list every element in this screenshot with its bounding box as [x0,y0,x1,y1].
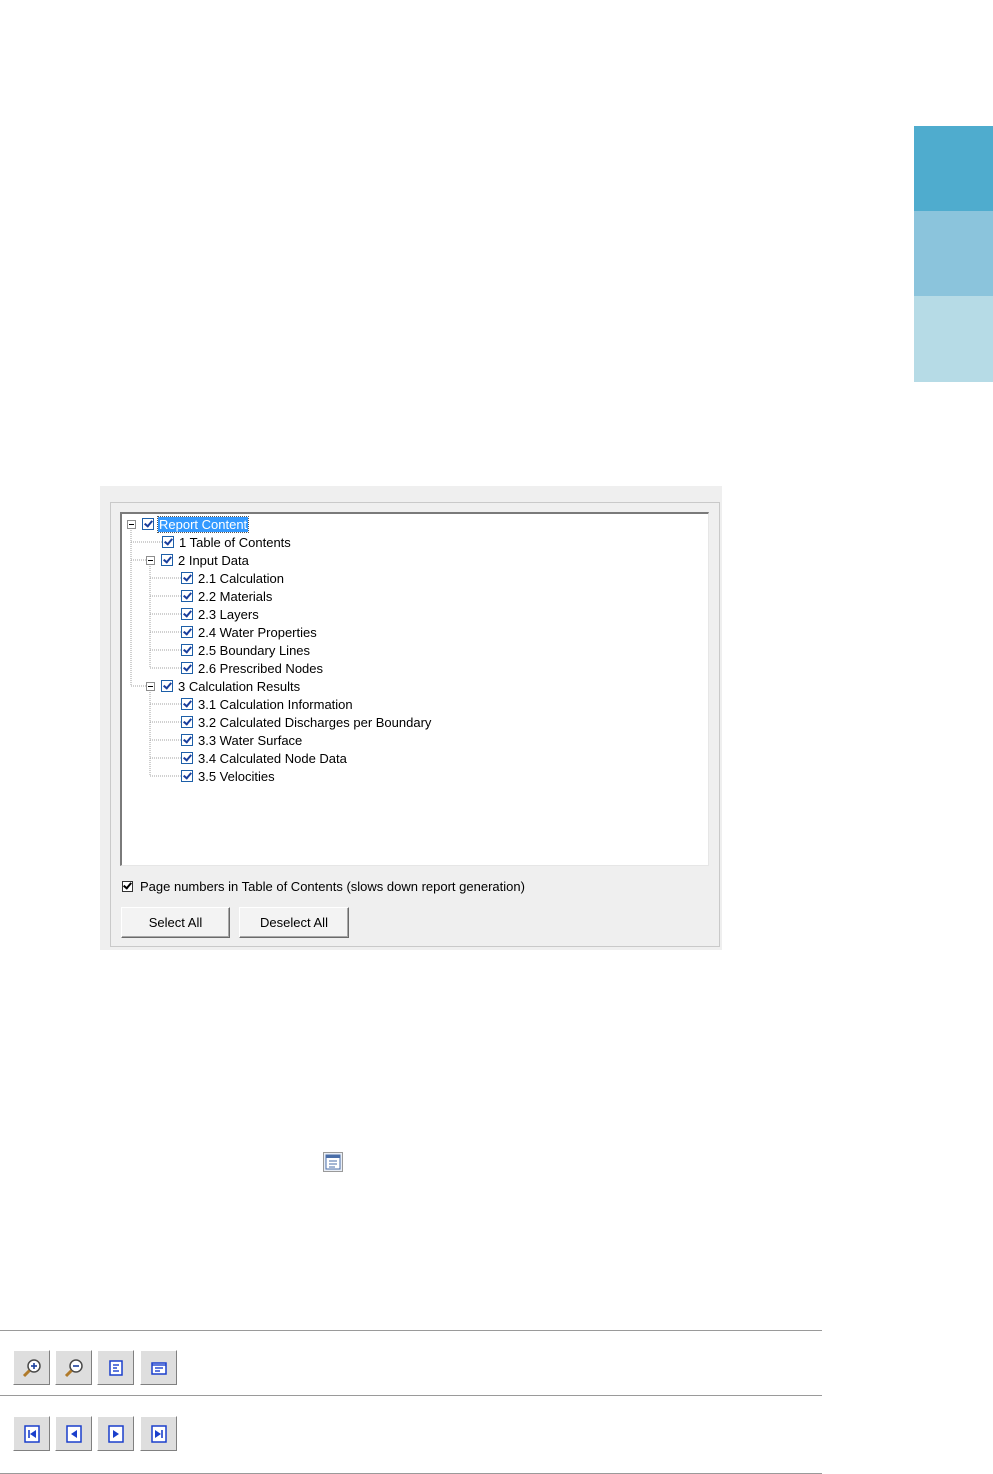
zoom-in-icon [22,1358,41,1377]
tree-node-table-of-contents[interactable]: 1 Table of Contents [162,533,292,551]
zoom-out-icon [64,1358,83,1377]
page-numbers-checkbox[interactable] [122,881,133,892]
checkbox-checked-icon[interactable] [181,770,193,782]
checkbox-checked-icon[interactable] [181,734,193,746]
tree-node-label: 2.5 Boundary Lines [198,642,311,658]
page-numbers-option[interactable]: Page numbers in Table of Contents (slows… [122,879,525,894]
tree-node-prescribed-nodes[interactable]: 2.6 Prescribed Nodes [181,659,324,677]
side-tab-2 [914,211,993,296]
checkbox-checked-icon[interactable] [181,698,193,710]
zoom-out-button[interactable] [55,1350,92,1385]
first-page-button[interactable] [13,1416,50,1451]
tree-node-calculation[interactable]: 2.1 Calculation [181,569,285,587]
tree-node-label: 2.3 Layers [198,606,259,622]
tree-node-velocities[interactable]: 3.5 Velocities [181,767,276,785]
tree-node-label: 2 Input Data [178,552,249,568]
side-tab-3 [914,296,993,382]
select-all-button[interactable]: Select All [121,907,230,938]
checkbox-checked-icon[interactable] [162,536,174,548]
checkbox-checked-icon[interactable] [181,626,193,638]
fit-page-button[interactable] [97,1350,134,1385]
checkbox-checked-icon[interactable] [181,716,193,728]
report-content-tree[interactable]: Report Content 1 Table of Contents 2 Inp… [120,512,709,866]
last-page-icon [150,1424,167,1443]
tree-node-calculated-node-data[interactable]: 3.4 Calculated Node Data [181,749,348,767]
tree-node-calculation-results[interactable]: 3 Calculation Results [146,677,301,695]
tree-node-label: 2.4 Water Properties [198,624,317,640]
next-page-icon [107,1424,124,1443]
previous-page-button[interactable] [55,1416,92,1451]
first-page-icon [23,1424,40,1443]
tree-node-calculation-information[interactable]: 3.1 Calculation Information [181,695,354,713]
zoom-in-button[interactable] [13,1350,50,1385]
page-numbers-label: Page numbers in Table of Contents (slows… [140,879,525,894]
tree-node-label: 3 Calculation Results [178,678,301,694]
checkbox-checked-icon[interactable] [181,590,193,602]
collapse-icon[interactable] [127,519,136,529]
tree-node-report-content[interactable]: Report Content [127,515,250,533]
toolbar-divider [0,1330,822,1331]
tree-node-boundary-lines[interactable]: 2.5 Boundary Lines [181,641,311,659]
checkbox-checked-icon[interactable] [161,680,173,692]
tree-node-label: 3.5 Velocities [198,768,275,784]
last-page-button[interactable] [140,1416,177,1451]
tree-node-label: 2.6 Prescribed Nodes [198,660,324,676]
tree-node-water-surface[interactable]: 3.3 Water Surface [181,731,303,749]
next-page-button[interactable] [97,1416,134,1451]
checkbox-checked-icon[interactable] [181,752,193,764]
tree-node-input-data[interactable]: 2 Input Data [146,551,250,569]
collapse-icon[interactable] [146,681,155,691]
checkbox-checked-icon[interactable] [161,554,173,566]
tree-node-label: 3.1 Calculation Information [198,696,353,712]
tree-node-water-properties[interactable]: 2.4 Water Properties [181,623,318,641]
tree-node-label: Report Content [156,515,250,533]
tree-node-label: 3.4 Calculated Node Data [198,750,347,766]
checkbox-checked-icon[interactable] [181,644,193,656]
previous-page-icon [65,1424,82,1443]
tree-node-materials[interactable]: 2.2 Materials [181,587,273,605]
tree-node-label: 1 Table of Contents [179,534,291,550]
tree-node-label: 3.2 Calculated Discharges per Boundary [198,714,432,730]
tree-node-calculated-discharges[interactable]: 3.2 Calculated Discharges per Boundary [181,713,432,731]
checkbox-checked-icon[interactable] [142,518,154,530]
tree-node-layers[interactable]: 2.3 Layers [181,605,260,623]
checkbox-checked-icon[interactable] [181,662,193,674]
fit-width-icon [150,1361,167,1375]
tree-node-label: 2.2 Materials [198,588,273,604]
fit-page-icon [108,1359,123,1376]
tree-node-label: 2.1 Calculation [198,570,284,586]
checkbox-checked-icon[interactable] [181,572,193,584]
toolbar-divider [0,1395,822,1396]
checkbox-checked-icon[interactable] [181,608,193,620]
fit-width-button[interactable] [140,1350,177,1385]
report-window-icon [323,1152,343,1172]
collapse-icon[interactable] [146,555,155,565]
tree-node-label: 3.3 Water Surface [198,732,303,748]
deselect-all-button[interactable]: Deselect All [239,907,349,938]
side-tab-1 [914,126,993,211]
report-content-panel: Report Content 1 Table of Contents 2 Inp… [100,486,722,950]
